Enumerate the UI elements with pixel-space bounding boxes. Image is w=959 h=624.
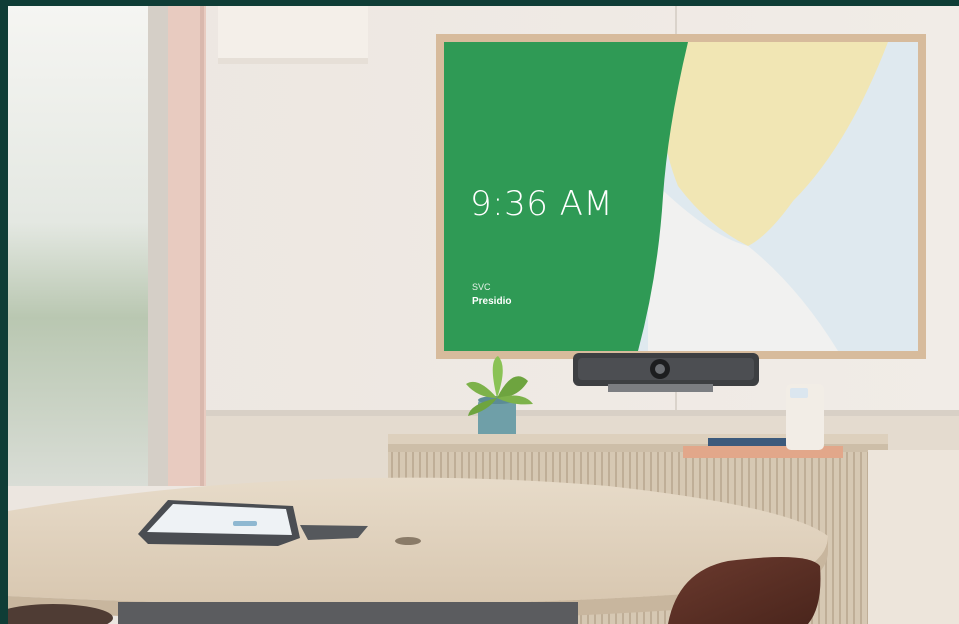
cable-port	[395, 537, 421, 545]
table-base	[118, 602, 578, 624]
room-panel-device	[786, 384, 824, 450]
clock-time: 9:36 AM	[470, 184, 614, 224]
tv-display: 9:36 AM SVC Presidio	[444, 42, 918, 351]
window	[8, 6, 156, 486]
window-frame	[148, 6, 170, 486]
photo-frame: 9:36 AM SVC Presidio	[8, 6, 959, 624]
room-name: Presidio	[472, 296, 512, 307]
organization-label: SVC	[472, 282, 491, 292]
remote-device	[300, 525, 368, 540]
pendant-lamp	[218, 6, 368, 64]
touch-controller	[138, 500, 300, 546]
